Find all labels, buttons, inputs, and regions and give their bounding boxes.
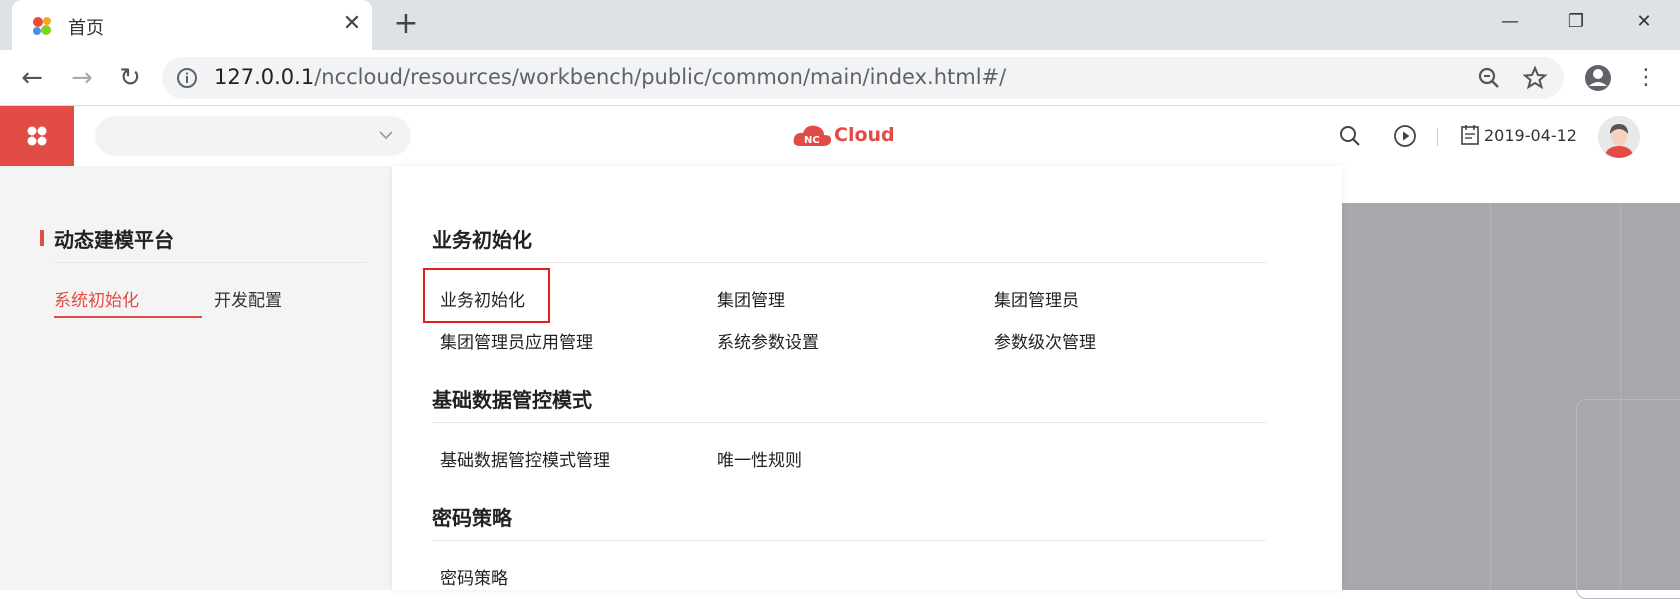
minimize-icon[interactable]: —	[1492, 8, 1528, 36]
menu-item[interactable]: 唯一性规则	[717, 446, 802, 471]
workspace-top-strip	[1342, 166, 1680, 203]
profile-icon[interactable]	[1582, 62, 1614, 94]
forward-icon[interactable]: →	[66, 62, 98, 94]
back-icon[interactable]: ←	[16, 62, 48, 94]
nc-cloud-logo: NC	[793, 125, 832, 146]
header-divider	[1437, 128, 1438, 146]
url-host: 127.0.0.1	[214, 65, 315, 89]
section-divider	[432, 540, 1266, 541]
section-divider	[432, 262, 1266, 263]
menu-item[interactable]: 系统参数设置	[717, 328, 819, 353]
org-selector[interactable]	[95, 116, 411, 156]
menu-item[interactable]: 参数级次管理	[994, 328, 1096, 353]
browser-toolbar: ← → ↻ 127.0.0.1/nccloud/resources/workbe…	[0, 50, 1680, 106]
left-nav-divider	[54, 262, 366, 263]
left-nav-title: 动态建模平台	[54, 228, 174, 252]
menu-item[interactable]: 业务初始化	[440, 286, 525, 311]
address-bar[interactable]: 127.0.0.1/nccloud/resources/workbench/pu…	[162, 57, 1564, 99]
app-grid-icon	[27, 126, 47, 146]
browser-tabstrip: 首页 ✕ + — ❐ ✕	[0, 0, 1680, 50]
chevron-down-icon	[379, 131, 393, 140]
section-divider	[432, 422, 1266, 423]
active-tab-underline	[54, 316, 202, 318]
logo-badge: NC	[804, 135, 820, 146]
left-nav-panel: 动态建模平台 系统初始化 开发配置	[0, 166, 392, 590]
tab-dev-config[interactable]: 开发配置	[214, 286, 282, 311]
app-favicon-icon	[33, 17, 51, 35]
zoom-icon[interactable]	[1476, 65, 1502, 91]
user-avatar-icon	[1598, 116, 1640, 158]
tab-close-icon[interactable]: ✕	[338, 10, 366, 38]
url-text[interactable]: 127.0.0.1/nccloud/resources/workbench/pu…	[214, 65, 1006, 89]
title-accent-bar	[40, 230, 44, 246]
tab-system-init[interactable]: 系统初始化	[54, 286, 139, 311]
business-date[interactable]: 2019-04-12	[1484, 126, 1577, 145]
url-path: /nccloud/resources/workbench/public/comm…	[314, 65, 1007, 89]
play-icon[interactable]	[1393, 124, 1417, 148]
menu-item[interactable]: 集团管理员	[994, 286, 1079, 311]
section-title: 业务初始化	[432, 228, 532, 252]
avatar[interactable]	[1598, 116, 1640, 158]
bookmark-star-icon[interactable]	[1522, 65, 1548, 91]
info-icon[interactable]	[176, 67, 198, 89]
browser-menu-icon[interactable]: ⋮	[1630, 62, 1662, 94]
app-menu-button[interactable]	[0, 106, 74, 166]
calendar-icon[interactable]	[1460, 124, 1480, 146]
new-tab-button[interactable]: +	[390, 8, 422, 40]
app-header: NC Cloud 2019-04-12	[0, 106, 1680, 166]
menu-content-panel: 业务初始化 业务初始化 集团管理 集团管理员 集团管理员应用管理 系统参数设置 …	[392, 166, 1342, 590]
menu-item[interactable]: 集团管理	[717, 286, 785, 311]
logo-text: Cloud	[834, 124, 895, 146]
menu-item[interactable]: 集团管理员应用管理	[440, 328, 593, 353]
search-icon[interactable]	[1338, 124, 1362, 148]
menu-item[interactable]: 密码策略	[440, 564, 508, 589]
section-title: 密码策略	[432, 506, 512, 530]
reload-icon[interactable]: ↻	[114, 62, 146, 94]
menu-item[interactable]: 基础数据管控模式管理	[440, 446, 610, 471]
section-title: 基础数据管控模式	[432, 388, 592, 412]
tab-title: 首页	[68, 18, 104, 39]
window-close-icon[interactable]: ✕	[1626, 8, 1662, 36]
restore-icon[interactable]: ❐	[1558, 8, 1594, 36]
browser-tab[interactable]: 首页 ✕	[12, 0, 372, 50]
workspace-overlay	[1342, 203, 1680, 599]
